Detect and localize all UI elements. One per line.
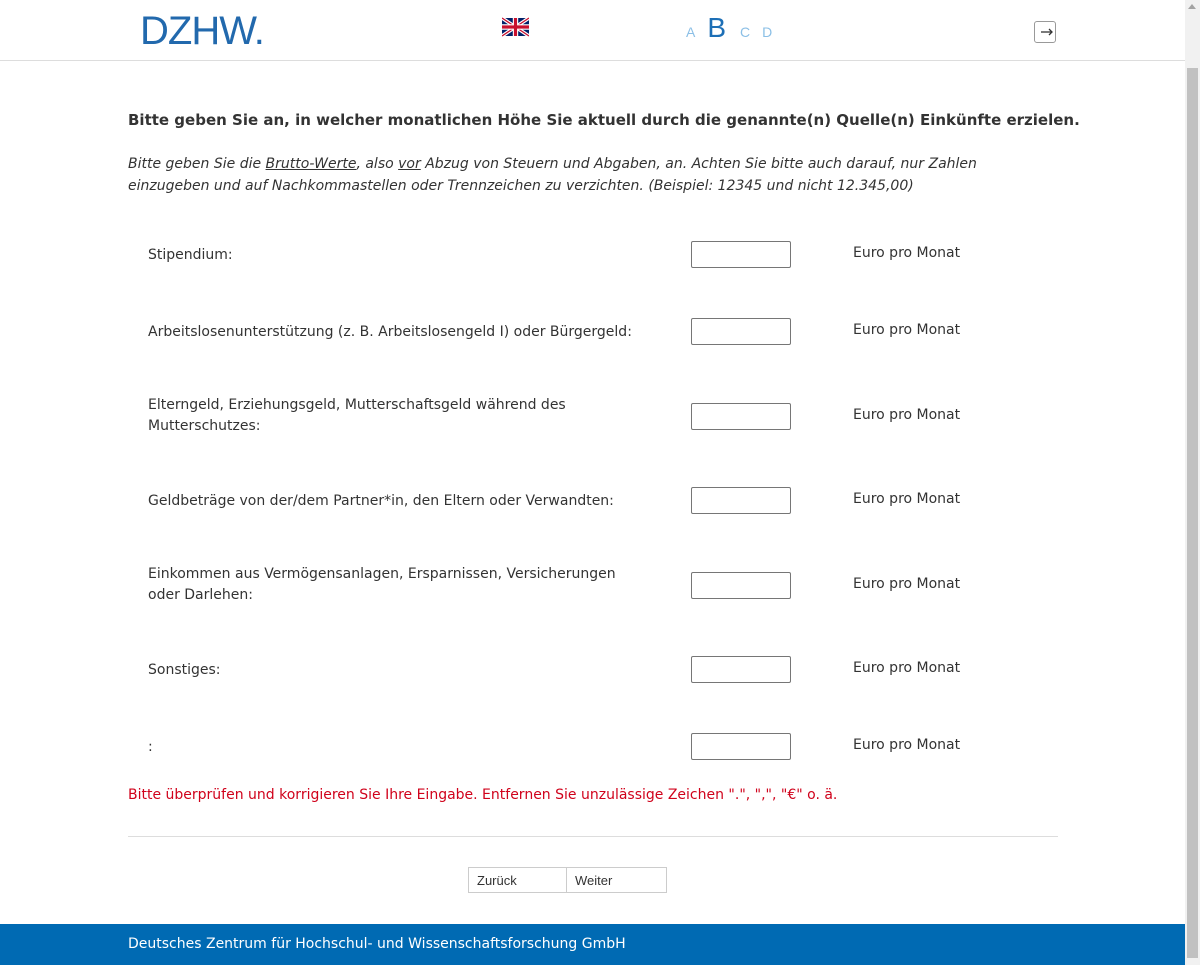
instruction-part: , also: [356, 156, 399, 172]
scroll-up-arrow-icon[interactable]: [1188, 4, 1196, 9]
instruction-part: Bitte geben Sie die: [128, 156, 266, 172]
section-indicator: ABCD: [686, 12, 784, 44]
question-title: Bitte geben Sie an, in welcher monatlich…: [128, 111, 1080, 129]
row-label: :: [148, 739, 153, 755]
row-label: Stipendium:: [148, 247, 233, 263]
amount-input-stipendium[interactable]: [691, 241, 791, 268]
row-label: Arbeitslosenunterstützung (z. B. Arbeits…: [148, 324, 632, 340]
footer: Deutsches Zentrum für Hochschul- und Wis…: [0, 924, 1185, 965]
divider: [128, 836, 1058, 837]
unit-label: Euro pro Monat: [853, 491, 961, 507]
unit-label: Euro pro Monat: [853, 407, 961, 423]
row-label: Sonstiges:: [148, 662, 221, 678]
section-c: C: [740, 24, 751, 40]
uk-flag-icon[interactable]: [502, 17, 529, 37]
footer-text: Deutsches Zentrum für Hochschul- und Wis…: [128, 936, 626, 952]
row-label: Elterngeld, Erziehungsgeld, Mutterschaft…: [148, 397, 566, 434]
dzhw-logo: DZHW.: [140, 9, 265, 53]
amount-input-vermoegen[interactable]: [691, 572, 791, 599]
section-b-active: B: [707, 12, 727, 43]
scrollbar[interactable]: [1185, 0, 1200, 965]
section-a: A: [686, 24, 696, 40]
unit-label: Euro pro Monat: [853, 660, 961, 676]
logout-icon: [1041, 28, 1053, 36]
amount-input-partner[interactable]: [691, 487, 791, 514]
unit-label: Euro pro Monat: [853, 322, 961, 338]
scrollbar-thumb[interactable]: [1187, 68, 1198, 958]
unit-label: Euro pro Monat: [853, 737, 961, 753]
amount-input-arbeitslosen[interactable]: [691, 318, 791, 345]
unit-label: Euro pro Monat: [853, 576, 961, 592]
row-label: Geldbeträge von der/dem Partner*in, den …: [148, 493, 614, 509]
unit-label: Euro pro Monat: [853, 245, 961, 261]
amount-input-other[interactable]: [691, 733, 791, 760]
logout-button[interactable]: [1034, 21, 1056, 43]
instruction-text: Bitte geben Sie die Brutto-Werte, also v…: [128, 153, 1058, 197]
back-button[interactable]: Zurück: [468, 867, 567, 893]
next-button[interactable]: Weiter: [567, 867, 667, 893]
instruction-underlined-brutto: Brutto-Werte: [265, 156, 357, 172]
row-label: Einkommen aus Vermögensanlagen, Ersparni…: [148, 566, 616, 603]
amount-input-elterngeld[interactable]: [691, 403, 791, 430]
amount-input-sonstiges[interactable]: [691, 656, 791, 683]
navigation-buttons: Zurück Weiter: [468, 867, 667, 893]
validation-error-message: Bitte überprüfen und korrigieren Sie Ihr…: [128, 787, 838, 803]
section-d: D: [762, 24, 773, 40]
header: DZHW. ABCD: [0, 0, 1185, 61]
instruction-underlined-vor: vor: [398, 156, 421, 172]
